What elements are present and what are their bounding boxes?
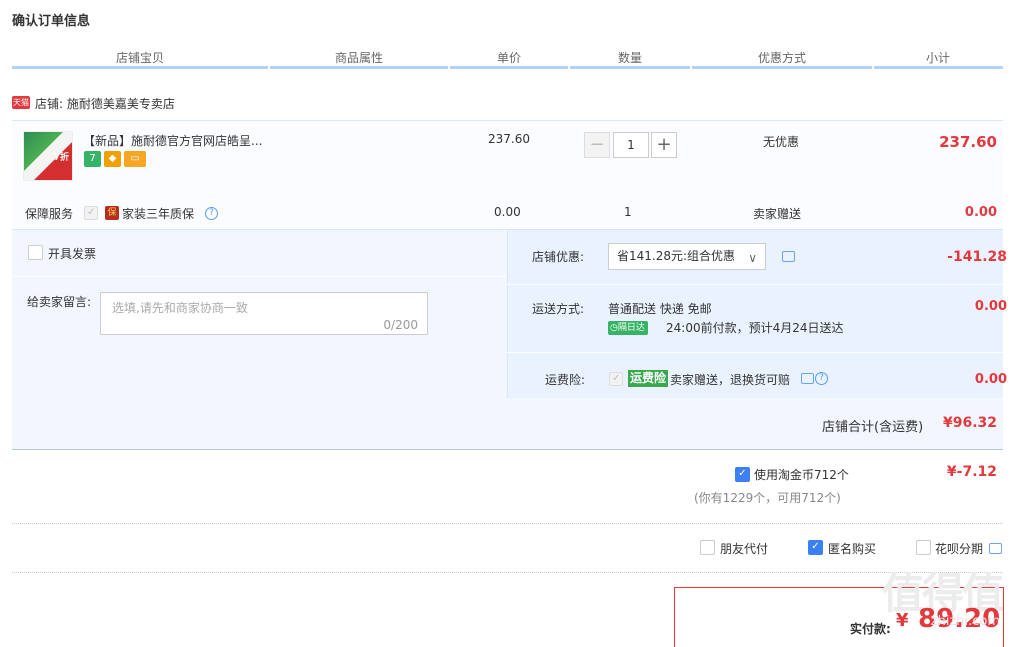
item-subtotal: 237.60 bbox=[939, 133, 997, 151]
service-price: 0.00 bbox=[494, 205, 521, 219]
store-discount-label: 店铺优惠: bbox=[532, 250, 585, 264]
header-divider bbox=[448, 66, 450, 69]
coins-checkbox[interactable]: ✓ bbox=[735, 467, 750, 482]
credit-card-icon: ▭ bbox=[124, 151, 146, 167]
seven-day-return-icon: 7 bbox=[84, 151, 101, 167]
header-underline bbox=[12, 66, 1003, 69]
page-title: 确认订单信息 bbox=[12, 14, 91, 29]
store-discount-amount: -141.28 bbox=[947, 249, 1007, 265]
payment-currency: ¥ bbox=[896, 610, 909, 631]
coins-amount: ¥-7.12 bbox=[946, 464, 997, 480]
shipping-note: 24:00前付款，预计4月24日送达 bbox=[666, 321, 844, 335]
invoice-label: 开具发票 bbox=[48, 247, 97, 261]
row-divider bbox=[507, 284, 1003, 285]
chat-icon[interactable] bbox=[782, 251, 795, 262]
insurance-checkbox[interactable]: ✓ bbox=[609, 372, 623, 386]
header-shop-item: 店铺宝贝 bbox=[115, 51, 164, 65]
chevron-down-icon: ∨ bbox=[748, 251, 757, 265]
quantity-decrease-button[interactable]: − bbox=[584, 132, 610, 158]
memo-char-count: 0/200 bbox=[383, 318, 418, 332]
divider bbox=[12, 572, 1003, 573]
shipping-method: 普通配送 快递 免邮 bbox=[608, 302, 712, 316]
watermark-text: zhizhi.com bbox=[930, 614, 1000, 629]
friend-pay-checkbox[interactable] bbox=[700, 540, 715, 555]
clock-icon: ◷ bbox=[610, 323, 618, 333]
store-total-amount: ¥96.32 bbox=[942, 415, 997, 431]
quantity-increase-button[interactable]: + bbox=[651, 132, 677, 158]
coins-note: (你有1229个，可用712个) bbox=[694, 491, 841, 505]
help-icon[interactable]: ? bbox=[815, 372, 828, 385]
huabei-label: 花呗分期 bbox=[935, 542, 984, 556]
unit-price: 237.60 bbox=[488, 132, 530, 146]
anonymous-checkbox[interactable]: ✓ bbox=[808, 540, 823, 555]
store-discount-value: 省141.28元:组合优惠 bbox=[617, 249, 736, 263]
store-total-label: 店铺合计(含运费) bbox=[822, 420, 924, 435]
header-divider bbox=[268, 66, 270, 69]
divider bbox=[12, 523, 1003, 524]
shop-name[interactable]: 店铺: 施耐德美嘉美专卖店 bbox=[35, 95, 175, 112]
service-checkbox[interactable]: ✓ bbox=[84, 206, 98, 220]
coins-label: 使用淘金币712个 bbox=[754, 468, 849, 482]
header-attributes: 商品属性 bbox=[334, 51, 383, 65]
tmall-icon: 天猫 bbox=[12, 96, 30, 109]
store-discount-select[interactable]: 省141.28元:组合优惠 ∨ bbox=[608, 243, 766, 270]
service-subtotal: 0.00 bbox=[964, 205, 997, 220]
header-divider bbox=[872, 66, 874, 69]
anonymous-label: 匿名购买 bbox=[828, 542, 877, 556]
insurance-badge: 运费险 bbox=[628, 370, 669, 387]
insurance-text: 卖家赠送，退换货可赔 bbox=[670, 373, 791, 387]
help-icon[interactable]: ? bbox=[205, 207, 218, 220]
header-unit-price: 单价 bbox=[496, 51, 521, 65]
header-divider bbox=[690, 66, 692, 69]
shipping-amount: 0.00 bbox=[974, 299, 1007, 314]
guarantee-icon: ◆ bbox=[104, 151, 121, 167]
product-title[interactable]: 【新品】施耐德官方官网店皓呈... bbox=[83, 132, 273, 149]
discount-method: 无优惠 bbox=[763, 135, 800, 149]
insurance-amount: 0.00 bbox=[974, 372, 1007, 387]
warranty-name: 家装三年质保 bbox=[122, 207, 195, 221]
header-divider bbox=[568, 66, 570, 69]
warranty-icon: 保 bbox=[105, 206, 119, 220]
service-gift: 卖家赠送 bbox=[753, 207, 802, 221]
memo-label: 给卖家留言: bbox=[27, 295, 92, 309]
invoice-checkbox[interactable] bbox=[28, 245, 43, 260]
seller-message-input[interactable]: 选填,请先和商家协商一致 0/200 bbox=[100, 292, 428, 335]
payment-label: 实付款: bbox=[850, 622, 891, 636]
insurance-label: 运费险: bbox=[545, 373, 586, 387]
header-subtotal: 小计 bbox=[925, 51, 950, 65]
header-discount: 优惠方式 bbox=[757, 51, 806, 65]
huabei-checkbox[interactable] bbox=[916, 540, 931, 555]
friend-pay-label: 朋友代付 bbox=[720, 542, 769, 556]
next-day-badge: ◷隔日达 bbox=[608, 321, 648, 335]
service-label: 保障服务 bbox=[25, 207, 74, 221]
header-quantity: 数量 bbox=[617, 51, 642, 65]
quantity-stepper: − + bbox=[584, 132, 679, 158]
product-thumbnail[interactable]: 7折 bbox=[23, 131, 73, 181]
chat-icon[interactable] bbox=[801, 373, 814, 384]
thumbnail-badge: 7折 bbox=[53, 153, 69, 163]
chat-icon[interactable] bbox=[989, 543, 1002, 554]
row-divider bbox=[12, 276, 506, 277]
row-divider bbox=[507, 352, 1003, 353]
memo-placeholder: 选填,请先和商家协商一致 bbox=[112, 301, 248, 315]
service-quantity: 1 bbox=[624, 205, 632, 219]
shipping-label: 运送方式: bbox=[532, 302, 585, 316]
quantity-input[interactable] bbox=[613, 132, 649, 158]
